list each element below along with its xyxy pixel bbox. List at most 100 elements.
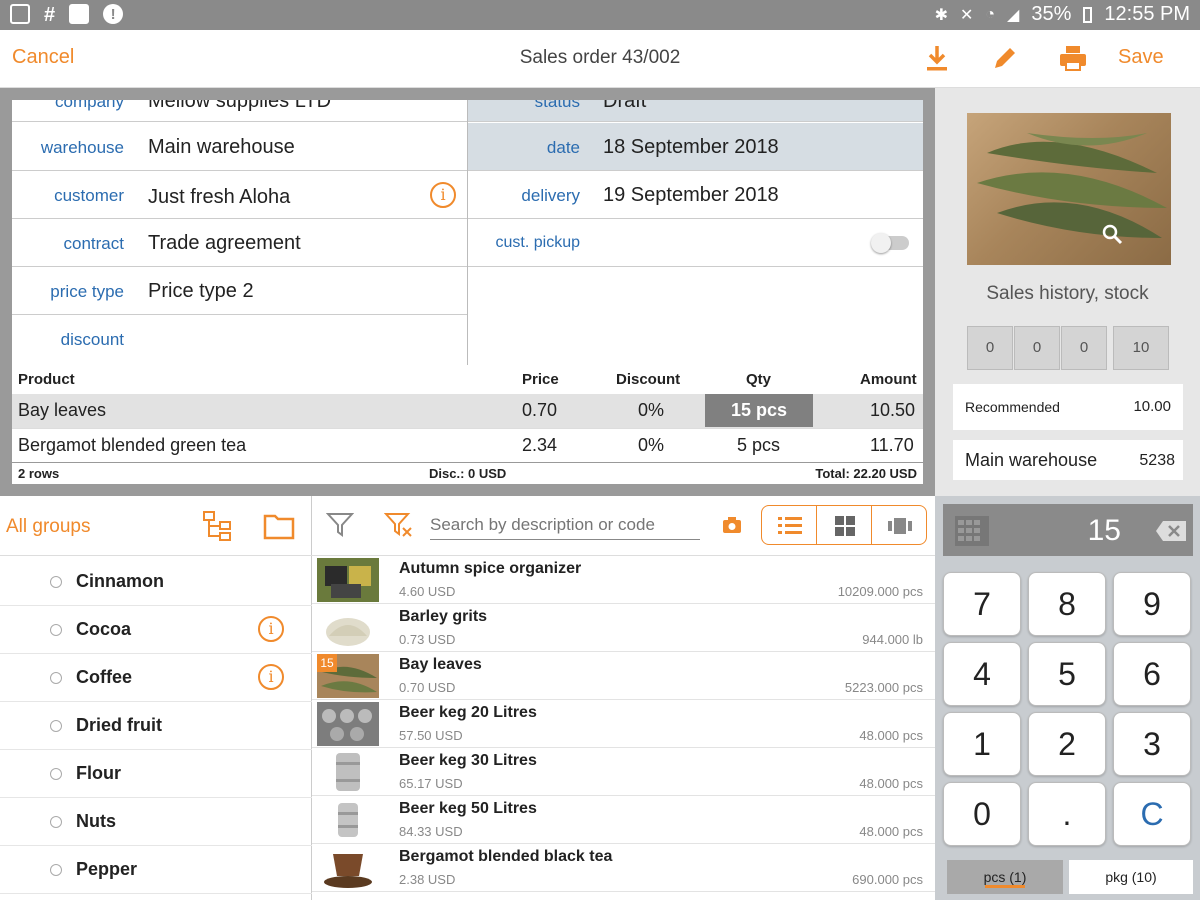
group-item[interactable]: Cinnamon (0, 558, 312, 606)
radio-icon (50, 720, 62, 732)
info-icon[interactable]: i (258, 616, 284, 642)
table-row[interactable]: Bergamot blended green tea 2.34 0% 5 pcs… (12, 428, 923, 462)
backspace-icon[interactable] (1155, 520, 1187, 542)
filter-icon[interactable] (326, 511, 354, 539)
company-value: Mellow supplies LTD (148, 100, 332, 112)
product-item[interactable]: 15 Bay leaves 0.70 USD 5223.000 pcs (312, 652, 935, 700)
product-image (317, 846, 379, 890)
group-name: Dried fruit (76, 715, 163, 735)
discount-total: Disc.: 0 USD (429, 466, 507, 481)
contract-row[interactable]: contract Trade agreement (12, 219, 467, 267)
search-input[interactable] (430, 510, 700, 540)
edit-pencil-icon[interactable] (990, 43, 1020, 73)
group-item[interactable]: Pepper (0, 846, 312, 894)
tree-view-icon[interactable] (202, 510, 234, 542)
radio-icon (50, 864, 62, 876)
warehouse-stock-label: Main warehouse (965, 450, 1098, 470)
camera-icon[interactable] (722, 516, 742, 534)
group-item[interactable]: Coffee i (0, 654, 312, 702)
table-footer: 2 rows Disc.: 0 USD Total: 22.20 USD (12, 462, 923, 484)
key-8[interactable]: 8 (1028, 572, 1106, 636)
date-row[interactable]: date 18 September 2018 (468, 123, 923, 171)
recommended-value: 10.00 (1133, 398, 1171, 415)
key-1[interactable]: 1 (943, 712, 1021, 776)
grid-view-icon (835, 516, 855, 536)
customer-row[interactable]: customer Just fresh Aloha i (12, 171, 467, 219)
row-amount: 11.70 (870, 435, 914, 455)
group-item[interactable]: Nuts (0, 798, 312, 846)
list-view-button[interactable] (761, 505, 817, 545)
pickup-row: cust. pickup (468, 219, 923, 267)
signal-icon: ◢ (1007, 6, 1020, 24)
order-lines-table: Product Price Discount Qty Amount Bay le… (12, 365, 923, 474)
table-row[interactable]: Bay leaves 0.70 0% 15 pcs 10.50 (12, 394, 923, 428)
zoom-icon[interactable] (1101, 223, 1123, 245)
date-value: 18 September 2018 (603, 136, 779, 158)
warehouse-row[interactable]: warehouse Main warehouse (12, 123, 467, 171)
key-2[interactable]: 2 (1028, 712, 1106, 776)
product-stock: 10209.000 pcs (837, 584, 923, 599)
product-item[interactable]: Autumn spice organizer 4.60 USD 10209.00… (312, 556, 935, 604)
quantity-keypad: 15 7 8 9 4 5 6 1 2 3 0 . C pcs (1) pkg (… (935, 496, 1200, 900)
product-item[interactable]: Barley grits 0.73 USD 944.000 lb (312, 604, 935, 652)
grid-view-button[interactable] (816, 505, 872, 545)
unit-pcs-button[interactable]: pcs (1) (947, 860, 1063, 894)
unit-pkg-button[interactable]: pkg (10) (1069, 860, 1193, 894)
product-image (317, 750, 379, 794)
print-icon[interactable] (1058, 43, 1088, 73)
page-title: Sales order 43/002 (519, 47, 681, 68)
company-row[interactable]: company Mellow supplies LTD (12, 100, 467, 122)
key-3[interactable]: 3 (1113, 712, 1191, 776)
gallery-notification-icon (10, 4, 30, 24)
key-clear[interactable]: C (1113, 782, 1191, 846)
key-decimal[interactable]: . (1028, 782, 1106, 846)
product-item[interactable]: Bergamot blended black tea 2.38 USD 690.… (312, 844, 935, 892)
price-type-row[interactable]: price type Price type 2 (12, 267, 467, 315)
delivery-row[interactable]: delivery 19 September 2018 (468, 171, 923, 219)
header-qty: Qty (746, 371, 772, 388)
bluetooth-icon: ✱ (934, 6, 948, 24)
pickup-toggle[interactable] (871, 233, 909, 253)
product-item[interactable]: Beer keg 50 Litres 84.33 USD 48.000 pcs (312, 796, 935, 844)
discount-row[interactable]: discount (12, 315, 467, 363)
sales-history-link[interactable]: Sales history, stock (935, 283, 1200, 305)
key-5[interactable]: 5 (1028, 642, 1106, 706)
product-name: Bergamot blended black tea (399, 848, 613, 865)
key-4[interactable]: 4 (943, 642, 1021, 706)
group-item[interactable]: Flour (0, 750, 312, 798)
order-header-panel: company Mellow supplies LTD warehouse Ma… (0, 88, 935, 496)
clear-filter-icon[interactable] (384, 511, 414, 539)
all-groups-button[interactable]: All groups (6, 516, 91, 538)
product-thumbnail[interactable] (967, 113, 1171, 265)
product-stock: 5223.000 pcs (844, 680, 923, 695)
product-image (317, 702, 379, 746)
row-qty-selected[interactable]: 15 pcs (705, 394, 813, 427)
header-discount: Discount (616, 371, 681, 388)
price-type-value: Price type 2 (148, 280, 254, 302)
customer-info-icon[interactable]: i (430, 182, 456, 208)
carousel-view-button[interactable] (871, 505, 927, 545)
product-item[interactable]: Beer keg 30 Litres 65.17 USD 48.000 pcs (312, 748, 935, 796)
folder-icon[interactable] (263, 511, 295, 541)
group-name: Pepper (76, 859, 138, 879)
product-item[interactable]: Beer keg 20 Litres 57.50 USD 48.000 pcs (312, 700, 935, 748)
product-name: Barley grits (399, 608, 488, 625)
delivery-label: delivery (521, 186, 580, 205)
stock-value: 0 (1061, 326, 1107, 370)
key-0[interactable]: 0 (943, 782, 1021, 846)
group-item[interactable]: Dried fruit (0, 702, 312, 750)
key-7[interactable]: 7 (943, 572, 1021, 636)
keypad-display: 15 (943, 504, 1193, 556)
info-icon[interactable]: i (258, 664, 284, 690)
download-icon[interactable] (922, 43, 952, 73)
save-button[interactable]: Save (1118, 46, 1164, 69)
header-price: Price (522, 371, 559, 388)
calculator-icon[interactable] (955, 516, 989, 546)
product-price: 57.50 USD (399, 728, 463, 743)
group-item[interactable]: Cocoa i (0, 606, 312, 654)
warehouse-value: Main warehouse (148, 136, 295, 158)
product-image (317, 558, 379, 602)
key-9[interactable]: 9 (1113, 572, 1191, 636)
product-price: 0.73 USD (399, 632, 456, 647)
key-6[interactable]: 6 (1113, 642, 1191, 706)
